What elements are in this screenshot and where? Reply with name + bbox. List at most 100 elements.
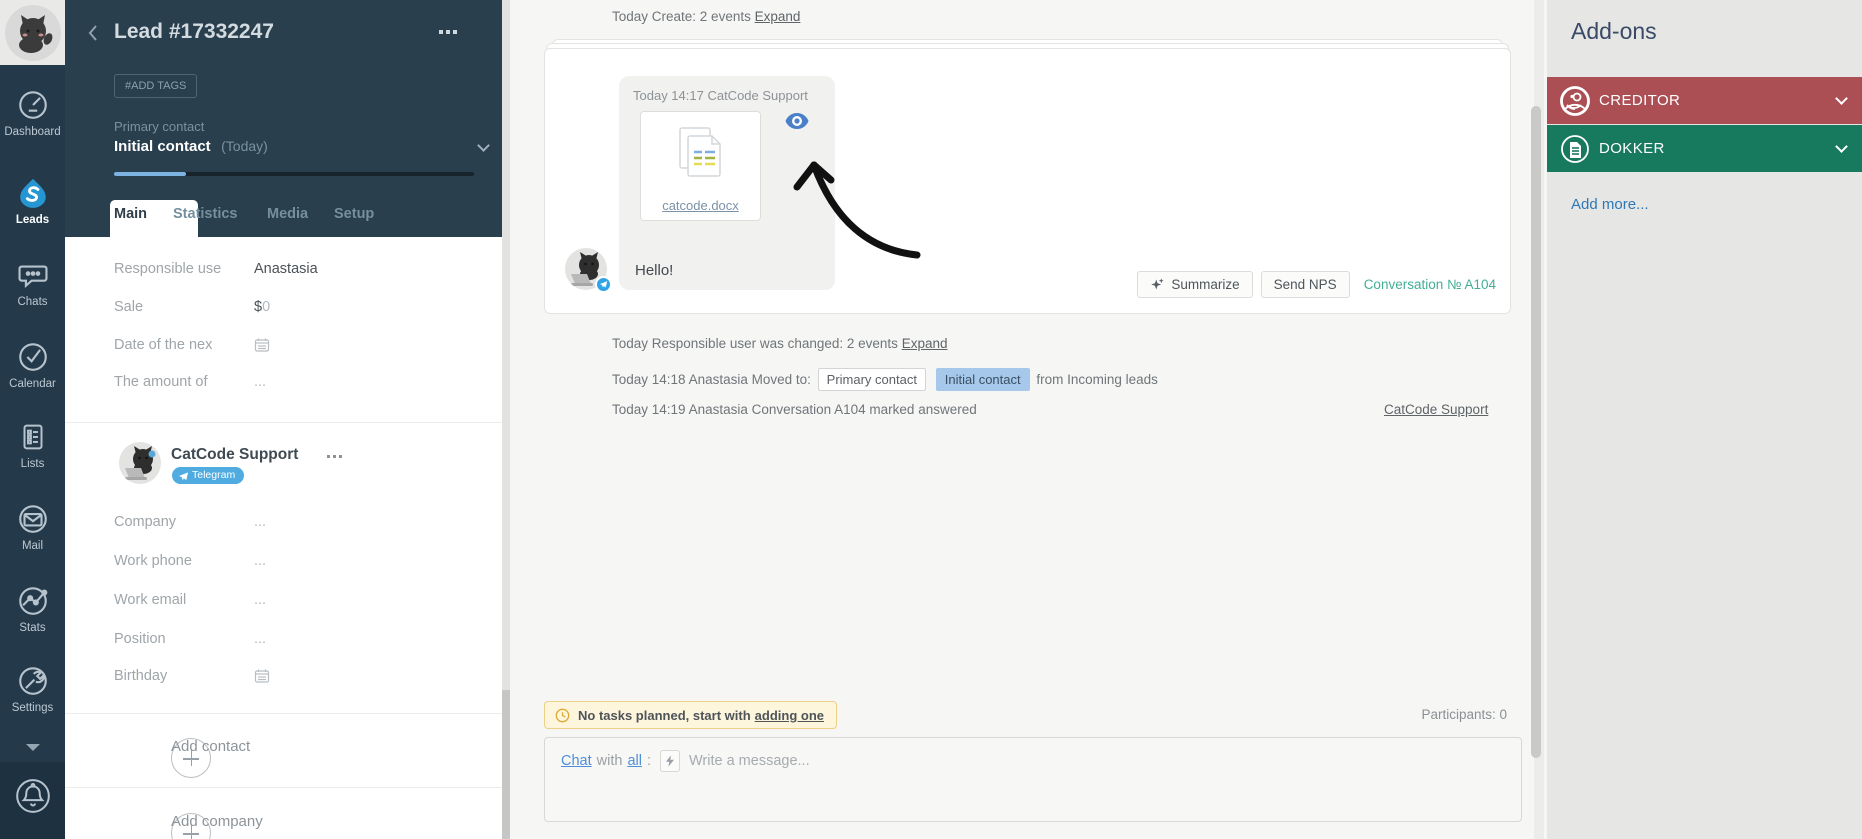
stage-date: (Today) [221, 138, 268, 154]
section-divider [65, 713, 510, 714]
lead-more-options-icon[interactable] [439, 30, 457, 34]
addon-dokker[interactable]: DOKKER [1547, 125, 1862, 172]
sidebar-item-label: Stats [19, 622, 46, 634]
stage-value: Initial contact [114, 138, 211, 155]
addon-label: CREDITOR [1599, 92, 1681, 109]
chat-mode-link[interactable]: Chat [561, 753, 592, 769]
message-input[interactable] [688, 753, 1505, 769]
notifications-section[interactable] [0, 762, 65, 839]
warning-text: No tasks planned, start with [578, 707, 751, 723]
event-responsible-changed: Today Responsible user was changed: 2 ev… [612, 336, 948, 351]
stage-selector[interactable]: Initial contact (Today) [114, 138, 490, 156]
add-task-link[interactable]: adding one [755, 708, 824, 723]
sidebar-item-label: Settings [11, 702, 54, 714]
feed-scrollbar-thumb[interactable] [1531, 106, 1541, 758]
chevron-left-icon [88, 25, 97, 41]
field-company[interactable]: Company ... [65, 514, 510, 538]
add-tags-button[interactable]: #ADD TAGS [114, 74, 198, 98]
stats-icon [18, 587, 47, 615]
sidebar-item-dashboard[interactable]: Dashboard [0, 88, 65, 138]
main-nav-sidebar: Dashboard Leads Chats Calendar Lists Mai… [0, 0, 65, 839]
section-divider [65, 787, 510, 788]
chevron-down-icon[interactable] [1835, 92, 1848, 105]
document-pages-icon [678, 127, 721, 177]
lead-panel-scrollbar-thumb[interactable] [502, 690, 510, 839]
tab-setup[interactable]: Setup [334, 206, 374, 222]
sidebar-item-label: Lists [20, 458, 45, 470]
lead-timeline-feed: Today Create: 2 events Expand Today 14:1… [510, 0, 1547, 839]
contact-avatar[interactable] [119, 442, 161, 484]
sidebar-item-settings[interactable]: Settings [0, 664, 65, 714]
field-work-email[interactable]: Work email ... [65, 592, 510, 616]
contact-name[interactable]: CatCode Support [171, 446, 298, 464]
tab-main[interactable]: Main [114, 206, 147, 222]
compose-colon: : [646, 753, 651, 769]
event-contact-link[interactable]: CatCode Support [1384, 402, 1488, 417]
recipients-link[interactable]: all [627, 753, 642, 769]
field-label: Birthday [114, 668, 168, 684]
expand-link[interactable]: Expand [755, 9, 801, 24]
dokker-icon [1561, 134, 1589, 163]
back-button[interactable] [87, 24, 99, 47]
field-responsible-user[interactable]: Responsible use Anastasia [65, 261, 510, 285]
add-company-label: Add company [171, 813, 263, 830]
sidebar-item-lists[interactable]: Lists [0, 420, 65, 470]
pipeline-chip: Primary contact [817, 368, 926, 391]
field-value: ... [254, 631, 267, 647]
sidebar-item-stats[interactable]: Stats [0, 584, 65, 634]
field-value: ... [254, 592, 267, 608]
tab-media[interactable]: Media [267, 206, 308, 222]
chats-icon [17, 265, 48, 288]
field-label: The amount of [114, 374, 208, 390]
field-value: ... [254, 553, 267, 569]
quick-actions-button[interactable] [659, 750, 680, 772]
lead-detail-panel: Lead #17332247 #ADD TAGS Primary contact… [65, 0, 510, 839]
field-birthday[interactable]: Birthday [65, 668, 510, 692]
field-sale[interactable]: Sale $0 [65, 299, 510, 323]
incoming-message-bubble: Today 14:17 CatCode Support catcode.docx… [619, 76, 835, 290]
lists-icon [23, 424, 42, 450]
sidebar-item-leads[interactable]: Leads [0, 176, 65, 226]
field-label: Sale [114, 299, 144, 315]
addons-title: Add-ons [1571, 18, 1657, 44]
event-moved-stage: Today 14:18 Anastasia Moved to: Primary … [612, 368, 1158, 391]
viewed-eye-icon[interactable] [785, 113, 809, 134]
summarize-button[interactable]: Summarize [1137, 271, 1253, 298]
tab-statistics[interactable]: Statistics [173, 206, 237, 222]
send-nps-button[interactable]: Send NPS [1260, 271, 1350, 298]
app-window: Dashboard Leads Chats Calendar Lists Mai… [0, 0, 1862, 839]
telegram-channel-badge [595, 276, 612, 293]
field-amount[interactable]: The amount of ... [65, 374, 510, 398]
contact-more-options-icon[interactable] [327, 455, 342, 458]
account-avatar[interactable] [0, 0, 65, 65]
chevron-down-icon[interactable] [477, 139, 490, 152]
conversation-link[interactable]: Conversation № A104 [1364, 277, 1496, 292]
no-tasks-warning: No tasks planned, start with adding one [544, 701, 837, 729]
lead-panel-scrollbar [502, 0, 510, 839]
section-divider [65, 422, 510, 423]
field-work-phone[interactable]: Work phone ... [65, 553, 510, 577]
addon-creditor[interactable]: CREDITOR [1547, 77, 1862, 124]
sidebar-collapse-icon[interactable] [26, 744, 40, 751]
chevron-down-icon[interactable] [1835, 140, 1848, 153]
sidebar-item-mail[interactable]: Mail [0, 502, 65, 552]
field-label: Company [114, 514, 177, 530]
file-attachment[interactable]: catcode.docx [640, 111, 761, 221]
sidebar-item-calendar[interactable]: Calendar [0, 340, 65, 390]
field-value: ... [254, 374, 267, 390]
cat-avatar-image [4, 4, 61, 61]
message-actions: Summarize Send NPS Conversation № A104 [1137, 271, 1496, 298]
sidebar-item-chats[interactable]: Chats [0, 258, 65, 308]
black-cat-icon [18, 14, 52, 53]
file-name-link[interactable]: catcode.docx [641, 198, 760, 213]
event-text: Today 14:19 Anastasia Conversation A104 … [612, 402, 977, 417]
addon-label: DOKKER [1599, 140, 1665, 157]
field-next-date[interactable]: Date of the nex [65, 337, 510, 361]
message-compose-box[interactable]: Chat with all : [544, 737, 1522, 822]
expand-link[interactable]: Expand [902, 336, 948, 351]
add-more-link[interactable]: Add more... [1571, 196, 1649, 213]
event-marked-answered: Today 14:19 Anastasia Conversation A104 … [612, 402, 977, 417]
stage-progress-fill [114, 172, 186, 176]
field-position[interactable]: Position ... [65, 631, 510, 655]
bell-icon [15, 779, 50, 813]
